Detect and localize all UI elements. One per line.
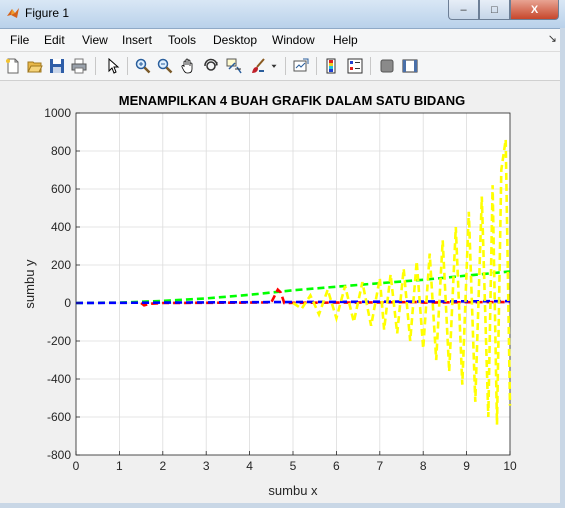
x-axis-label: sumbu x bbox=[268, 483, 318, 498]
zoom-in-icon[interactable] bbox=[133, 56, 153, 76]
toolbar-separator bbox=[127, 57, 128, 75]
link-plot-icon[interactable] bbox=[291, 56, 311, 76]
menu-window[interactable]: Window bbox=[272, 33, 315, 47]
y-tick-label: 600 bbox=[51, 182, 71, 196]
y-tick-label: 0 bbox=[64, 296, 71, 310]
x-tick-label: 0 bbox=[73, 459, 80, 473]
y-tick-label: 1000 bbox=[44, 106, 71, 120]
toolbar-separator bbox=[316, 57, 317, 75]
title-bar[interactable]: Figure 1 – □ X bbox=[0, 0, 565, 29]
menu-tools[interactable]: Tools bbox=[168, 33, 196, 47]
toolbar-separator bbox=[95, 57, 96, 75]
y-tick-label: 200 bbox=[51, 258, 71, 272]
menu-edit[interactable]: Edit bbox=[44, 33, 65, 47]
maximize-button[interactable]: □ bbox=[479, 0, 510, 20]
window-frame-right bbox=[560, 28, 565, 508]
y-axis-label: sumbu y bbox=[22, 259, 37, 309]
show-plot-tools-icon[interactable] bbox=[400, 56, 420, 76]
x-tick-label: 4 bbox=[246, 459, 253, 473]
x-tick-label: 1 bbox=[116, 459, 123, 473]
save-icon[interactable] bbox=[47, 56, 67, 76]
y-tick-label: -600 bbox=[47, 410, 71, 424]
zoom-out-icon[interactable] bbox=[155, 56, 175, 76]
y-tick-label: -800 bbox=[47, 448, 71, 462]
toolbar-separator bbox=[285, 57, 286, 75]
menu-desktop[interactable]: Desktop bbox=[213, 33, 257, 47]
toolbar bbox=[0, 52, 565, 81]
matlab-logo-icon bbox=[7, 8, 19, 18]
menu-file[interactable]: File bbox=[10, 33, 29, 47]
brush-icon[interactable] bbox=[248, 56, 268, 76]
dock-arrow-icon[interactable]: ↘ bbox=[548, 32, 557, 45]
x-tick-label: 9 bbox=[463, 459, 470, 473]
x-tick-label: 6 bbox=[333, 459, 340, 473]
x-tick-label: 3 bbox=[203, 459, 210, 473]
window-frame-bottom bbox=[0, 503, 565, 508]
x-tick-label: 2 bbox=[159, 459, 166, 473]
hide-plot-tools-icon[interactable] bbox=[377, 56, 397, 76]
data-cursor-icon[interactable] bbox=[224, 56, 244, 76]
colorbar-icon[interactable] bbox=[322, 56, 342, 76]
y-tick-label: -200 bbox=[47, 334, 71, 348]
brush-dropdown-icon[interactable] bbox=[268, 56, 280, 76]
close-button[interactable]: X bbox=[510, 0, 559, 20]
menu-view[interactable]: View bbox=[82, 33, 108, 47]
menu-help[interactable]: Help bbox=[333, 33, 358, 47]
y-tick-label: 400 bbox=[51, 220, 71, 234]
menu-bar: File Edit View Insert Tools Desktop Wind… bbox=[0, 29, 565, 52]
x-tick-label: 8 bbox=[420, 459, 427, 473]
legend-icon[interactable] bbox=[345, 56, 365, 76]
new-figure-icon[interactable] bbox=[3, 56, 23, 76]
y-tick-label: -400 bbox=[47, 372, 71, 386]
x-tick-label: 7 bbox=[376, 459, 383, 473]
menu-insert[interactable]: Insert bbox=[122, 33, 152, 47]
figure-canvas: 0 1 2 3 4 5 6 7 8 9 10 -800 -600 -400 -200 0 200 400 600 80… bbox=[0, 81, 560, 503]
open-file-icon[interactable] bbox=[25, 56, 45, 76]
rotate-3d-icon[interactable] bbox=[201, 56, 221, 76]
y-tick-label: 800 bbox=[51, 144, 71, 158]
pan-icon[interactable] bbox=[178, 56, 198, 76]
toolbar-separator bbox=[370, 57, 371, 75]
plot-area[interactable]: 0 1 2 3 4 5 6 7 8 9 10 -800 -600 -400 -200 0 200 400 600 80… bbox=[0, 81, 560, 503]
minimize-button[interactable]: – bbox=[448, 0, 479, 20]
x-tick-label: 5 bbox=[290, 459, 297, 473]
x-tick-label: 10 bbox=[503, 459, 517, 473]
print-icon[interactable] bbox=[69, 56, 89, 76]
chart-title: MENAMPILKAN 4 BUAH GRAFIK DALAM SATU BID… bbox=[119, 93, 465, 108]
window-title: Figure 1 bbox=[25, 6, 70, 20]
pointer-icon[interactable] bbox=[103, 56, 123, 76]
